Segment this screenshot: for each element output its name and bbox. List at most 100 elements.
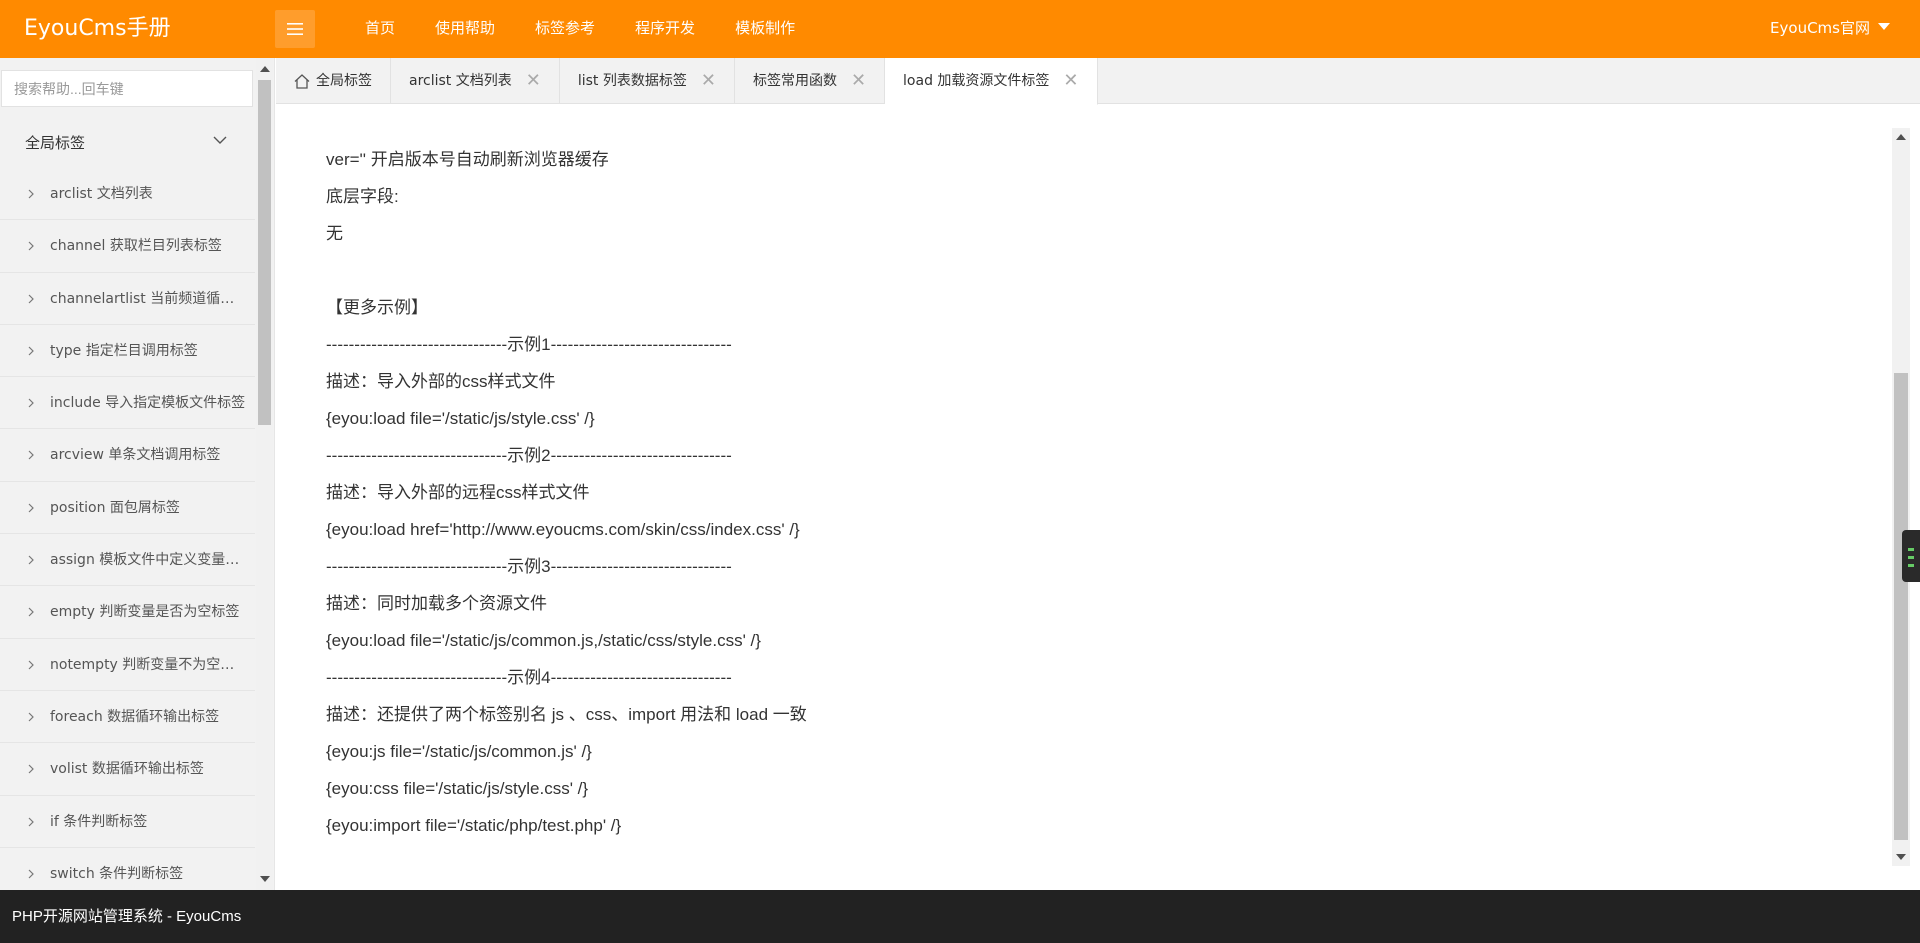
sidebar-item-label: if 条件判断标签 <box>50 813 148 830</box>
main-content: ver='' 开启版本号自动刷新浏览器缓存 底层字段: 无 【更多示例】 ---… <box>276 105 1894 890</box>
tab-load[interactable]: load 加载资源文件标签 ✕ <box>885 58 1098 105</box>
tab-label: load 加载资源文件标签 <box>903 73 1050 89</box>
app-logo[interactable]: EyouCms手册 <box>24 0 171 58</box>
close-icon[interactable]: ✕ <box>701 72 716 90</box>
close-icon[interactable]: ✕ <box>526 72 541 90</box>
nav-tag-reference[interactable]: 标签参考 <box>515 0 615 58</box>
tab-label: list 列表数据标签 <box>577 73 687 89</box>
scroll-up-icon[interactable] <box>260 66 270 72</box>
sidebar-item-channel[interactable]: channel 获取栏目列表标签 <box>0 220 255 273</box>
sidebar-item-label: notempty 判断变量不为空标签 <box>50 656 249 673</box>
doc-line: {eyou:css file='/static/js/style.css' /} <box>326 779 589 798</box>
caret-down-icon <box>1878 22 1890 30</box>
doc-line: 无 <box>326 224 343 243</box>
scroll-down-icon[interactable] <box>260 876 270 882</box>
sidebar-item-label: empty 判断变量是否为空标签 <box>50 604 240 621</box>
nav-help[interactable]: 使用帮助 <box>415 0 515 58</box>
doc-line: 描述：同时加载多个资源文件 <box>326 594 547 613</box>
chevron-right-icon <box>28 764 34 774</box>
sidebar-scrollbar[interactable] <box>256 58 273 890</box>
doc-line: 描述：导入外部的远程css样式文件 <box>326 483 590 502</box>
scrollbar-thumb[interactable] <box>258 80 271 425</box>
chevron-right-icon <box>28 503 34 513</box>
close-icon[interactable]: ✕ <box>1063 72 1078 90</box>
chevron-right-icon <box>28 660 34 670</box>
doc-line: --------------------------------示例4-----… <box>326 668 732 687</box>
chevron-right-icon <box>28 451 34 460</box>
tab-global-tags[interactable]: 全局标签 <box>276 58 391 104</box>
chevron-right-icon <box>28 712 34 722</box>
scroll-up-icon[interactable] <box>1896 134 1906 140</box>
chevron-right-icon <box>28 189 34 199</box>
sidebar-item-assign[interactable]: assign 模板文件中定义变量标签 <box>0 534 255 587</box>
doc-line: 描述：导入外部的css样式文件 <box>326 372 556 391</box>
sidebar-item-channelartlist[interactable]: channelartlist 当前频道循环标签 <box>0 273 255 325</box>
doc-line: {eyou:load file='/static/js/common.js,/s… <box>326 631 761 650</box>
scrollbar-thumb[interactable] <box>1894 373 1908 840</box>
sidebar-item-label: switch 条件判断标签 <box>50 865 184 882</box>
doc-line: 描述：还提供了两个标签别名 js 、css、import 用法和 load 一致 <box>326 705 807 724</box>
doc-line: {eyou:js file='/static/js/common.js' /} <box>326 742 592 761</box>
sidebar-item-include[interactable]: include 导入指定模板文件标签 <box>0 377 255 430</box>
chevron-right-icon <box>28 869 34 879</box>
chevron-right-icon <box>28 294 34 304</box>
nav-home[interactable]: 首页 <box>345 0 415 58</box>
sidebar-item-arcview[interactable]: arcview 单条文档调用标签 <box>0 429 255 482</box>
close-icon[interactable]: ✕ <box>851 72 866 90</box>
tab-bar: 全局标签 arclist 文档列表 ✕ list 列表数据标签 ✕ 标签常用函数… <box>276 58 1920 105</box>
doc-blank-line <box>326 252 807 289</box>
official-site-dropdown[interactable]: EyouCms官网 <box>1770 0 1890 56</box>
tab-label: arclist 文档列表 <box>409 73 512 89</box>
sidebar-item-label: foreach 数据循环输出标签 <box>50 708 220 725</box>
doc-line: {eyou:load href='http://www.eyoucms.com/… <box>326 520 800 539</box>
scroll-down-icon[interactable] <box>1896 854 1906 860</box>
sidebar-item-label: channelartlist 当前频道循环标签 <box>50 290 255 307</box>
side-widget-icon[interactable] <box>1902 530 1920 582</box>
chevron-right-icon <box>28 607 34 617</box>
sidebar: 全局标签 arclist 文档列表 channel 获取栏目列表标签 chann… <box>0 58 275 890</box>
menu-toggle-button[interactable] <box>275 10 315 48</box>
sidebar-item-label: volist 数据循环输出标签 <box>50 761 204 778</box>
doc-body: ver='' 开启版本号自动刷新浏览器缓存 底层字段: 无 【更多示例】 ---… <box>326 141 807 844</box>
sidebar-item-switch[interactable]: switch 条件判断标签 <box>0 848 255 890</box>
sidebar-item-position[interactable]: position 面包屑标签 <box>0 482 255 535</box>
tab-label: 标签常用函数 <box>752 73 837 89</box>
sidebar-item-notempty[interactable]: notempty 判断变量不为空标签 <box>0 639 255 691</box>
chevron-right-icon <box>28 555 34 565</box>
sidebar-item-if[interactable]: if 条件判断标签 <box>0 796 255 848</box>
sidebar-group-label: 全局标签 <box>25 134 86 152</box>
nav-development[interactable]: 程序开发 <box>615 0 715 58</box>
nav-template[interactable]: 模板制作 <box>715 0 815 58</box>
sidebar-item-label: arclist 文档列表 <box>50 186 153 202</box>
chevron-right-icon <box>28 398 34 408</box>
footer: PHP开源网站管理系统 - EyouCms <box>0 890 1920 943</box>
doc-line: {eyou:load file='/static/js/style.css' /… <box>326 409 595 428</box>
sidebar-item-type[interactable]: type 指定栏目调用标签 <box>0 325 255 378</box>
content-scrollbar[interactable] <box>1892 128 1910 866</box>
sidebar-group-global-tags[interactable]: 全局标签 <box>0 118 255 168</box>
sidebar-item-label: type 指定栏目调用标签 <box>50 342 198 359</box>
doc-line: --------------------------------示例3-----… <box>326 557 732 576</box>
sidebar-item-label: channel 获取栏目列表标签 <box>50 238 222 255</box>
chevron-right-icon <box>28 241 34 251</box>
footer-text: PHP开源网站管理系统 - EyouCms <box>12 908 242 925</box>
tab-list[interactable]: list 列表数据标签 ✕ <box>560 58 735 104</box>
sidebar-items: arclist 文档列表 channel 获取栏目列表标签 channelart… <box>0 168 255 890</box>
tab-tag-functions[interactable]: 标签常用函数 ✕ <box>735 58 886 104</box>
chevron-right-icon <box>28 346 34 356</box>
sidebar-item-label: arcview 单条文档调用标签 <box>50 447 221 464</box>
tab-arclist[interactable]: arclist 文档列表 ✕ <box>391 58 560 104</box>
sidebar-item-arclist[interactable]: arclist 文档列表 <box>0 168 255 221</box>
doc-line: --------------------------------示例1-----… <box>326 335 732 354</box>
main-nav: 首页 使用帮助 标签参考 程序开发 模板制作 <box>345 0 815 58</box>
search-input[interactable] <box>1 70 253 107</box>
official-site-label: EyouCms官网 <box>1770 19 1870 37</box>
sidebar-item-empty[interactable]: empty 判断变量是否为空标签 <box>0 586 255 639</box>
sidebar-item-foreach[interactable]: foreach 数据循环输出标签 <box>0 691 255 744</box>
chevron-down-icon <box>213 136 227 144</box>
sidebar-item-label: position 面包屑标签 <box>50 499 180 516</box>
hamburger-icon <box>287 23 303 35</box>
sidebar-item-volist[interactable]: volist 数据循环输出标签 <box>0 743 255 796</box>
sidebar-item-label: include 导入指定模板文件标签 <box>50 395 246 412</box>
doc-line: 底层字段: <box>326 187 399 206</box>
